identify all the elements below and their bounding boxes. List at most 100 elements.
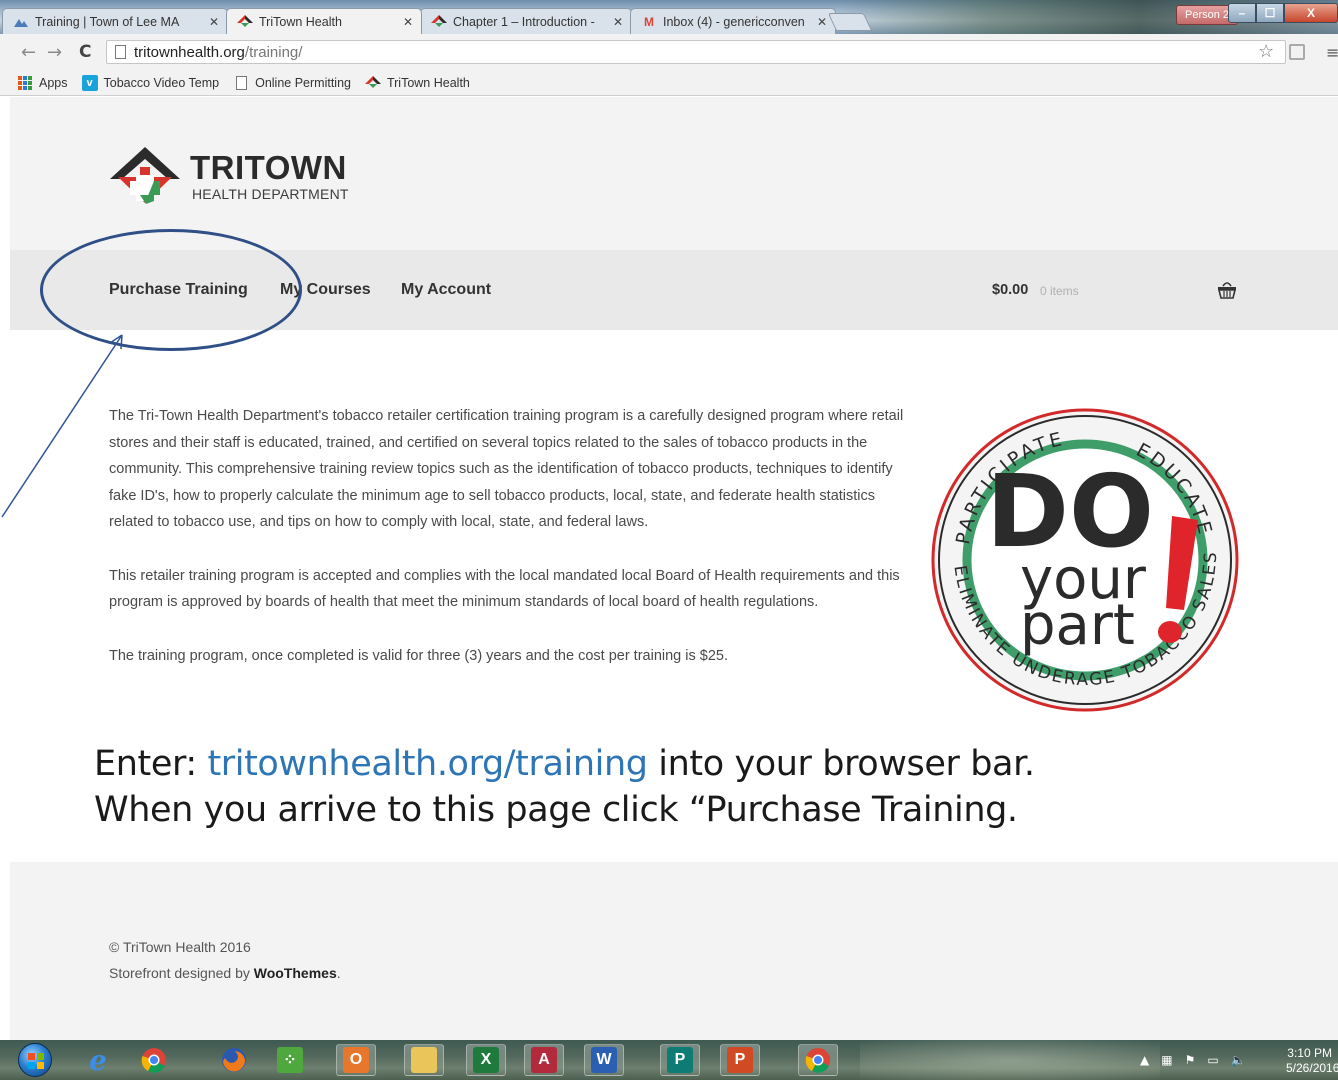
site-logo[interactable]: TRITOWN HEALTH DEPARTMENT: [110, 147, 370, 207]
instruction-overlay: Enter: tritownhealth.org/training into y…: [94, 741, 1035, 833]
system-tray: ▲ ▦ ⚑ ▭ 🔈: [1140, 1044, 1258, 1076]
outlook-icon: O: [343, 1047, 369, 1073]
back-arrow-icon[interactable]: ←: [21, 42, 36, 63]
bookmark-label: Apps: [39, 75, 68, 90]
taskbar-chrome-active[interactable]: [798, 1044, 838, 1076]
taskbar-clock[interactable]: 3:10 PM 5/26/2016: [1286, 1046, 1338, 1076]
shopping-basket-icon[interactable]: [1216, 280, 1238, 300]
cart-total[interactable]: $0.00: [992, 282, 1028, 298]
taskbar-powerpoint[interactable]: P: [720, 1044, 760, 1076]
town-favicon: [13, 14, 29, 30]
tritown-favicon: [237, 14, 253, 30]
start-button[interactable]: [18, 1043, 52, 1077]
url-host: tritownhealth.org: [134, 43, 245, 61]
instruction-line-1: Enter: tritownhealth.org/training into y…: [94, 741, 1035, 787]
windows-taskbar: e ⁘ O X A W P P ▲ ▦ ⚑ ▭ 🔈 3:10 PM 5/26/2…: [0, 1040, 1338, 1080]
windows-logo-icon: [28, 1053, 44, 1069]
access-icon: A: [531, 1047, 557, 1073]
page-content: The Tri-Town Health Department's tobacco…: [109, 403, 909, 696]
volume-icon[interactable]: 🔈: [1231, 1053, 1246, 1067]
bookmark-apps[interactable]: Apps: [17, 75, 68, 91]
approval-paragraph: This retailer training program is accept…: [109, 567, 900, 611]
tab-title: Training | Town of Lee MA: [35, 14, 180, 29]
close-tab-icon[interactable]: ✕: [209, 15, 219, 29]
page-icon: [233, 75, 249, 91]
do-your-part-badge: PARTICIPATE EDUCATE ELIMINATE UNDERAGE T…: [931, 408, 1239, 712]
apps-grid-icon: [17, 75, 33, 91]
bookmark-online-permitting[interactable]: Online Permitting: [233, 75, 351, 91]
bookmark-label: TriTown Health: [386, 75, 470, 90]
tab-title: Inbox (4) - genericconven: [663, 14, 805, 29]
logo-title: TRITOWN: [190, 149, 347, 186]
browser-toolbar: ← → C tritownhealth.org/training/ ☆ ≡: [0, 34, 1338, 70]
extension-icon[interactable]: [1289, 44, 1305, 60]
annotation-arrow: [1, 334, 123, 518]
cart-item-count[interactable]: 0 items: [1040, 284, 1079, 298]
address-bar[interactable]: tritownhealth.org/training/: [106, 40, 1286, 64]
minimize-button[interactable]: –: [1228, 3, 1256, 23]
taskbar-internet-explorer[interactable]: e: [78, 1043, 118, 1077]
gmail-icon: M: [644, 14, 654, 29]
footer-copyright: © TriTown Health 2016: [109, 939, 251, 955]
validity-paragraph: The training program, once completed is …: [109, 647, 728, 664]
reload-icon[interactable]: C: [79, 42, 91, 62]
site-footer: © TriTown Health 2016 Storefront designe…: [10, 862, 1338, 1040]
action-center-flag-icon[interactable]: ⚑: [1185, 1053, 1196, 1067]
tab-inbox[interactable]: M Inbox (4) - genericconven ✕: [630, 8, 836, 34]
url-path: /training/: [244, 43, 303, 61]
taskbar-excel[interactable]: X: [466, 1044, 506, 1076]
bookmark-tobacco-video[interactable]: v Tobacco Video Temp: [81, 74, 219, 91]
network-grid-icon[interactable]: ▦: [1161, 1053, 1172, 1067]
file-explorer-icon: [411, 1047, 437, 1073]
tab-tritown-health[interactable]: TriTown Health ✕: [226, 8, 422, 34]
close-window-button[interactable]: X: [1284, 3, 1338, 23]
instruction-suffix: into your browser bar.: [647, 744, 1035, 784]
screenshot-root: { "browser": { "tabs": [ {"title": "Trai…: [0, 0, 1338, 1080]
instruction-line-2: When you arrive to this page click “Purc…: [94, 790, 1018, 830]
tab-training-town-of-lee[interactable]: Training | Town of Lee MA ✕: [2, 8, 228, 34]
tab-title: Chapter 1 – Introduction -: [453, 14, 595, 29]
close-tab-icon[interactable]: ✕: [817, 15, 827, 29]
taskbar-firefox[interactable]: [214, 1044, 254, 1076]
excel-icon: X: [473, 1047, 499, 1073]
intro-paragraph: The Tri-Town Health Department's tobacco…: [109, 408, 904, 530]
tab-title: TriTown Health: [259, 15, 342, 29]
credit-suffix: .: [336, 965, 341, 981]
instruction-url: tritownhealth.org/training: [207, 744, 648, 784]
bookmark-label: Online Permitting: [255, 75, 351, 90]
games-icon: ⁘: [277, 1047, 303, 1073]
badge-part: part: [1020, 593, 1135, 658]
browser-tab-strip: Training | Town of Lee MA ✕ TriTown Heal…: [0, 0, 1338, 34]
publisher-icon: P: [667, 1047, 693, 1073]
bookmark-tritown-health[interactable]: TriTown Health: [364, 75, 470, 91]
taskbar-publisher[interactable]: P: [660, 1044, 700, 1076]
tab-chapter-1[interactable]: Chapter 1 – Introduction - ✕: [420, 8, 632, 34]
instruction-prefix: Enter:: [94, 744, 208, 784]
nav-my-account[interactable]: My Account: [401, 281, 491, 299]
taskbar-glow: [860, 1040, 1160, 1080]
show-hidden-icons-icon[interactable]: ▲: [1140, 1053, 1149, 1067]
taskbar-games[interactable]: ⁘: [270, 1044, 310, 1076]
close-tab-icon[interactable]: ✕: [403, 15, 413, 29]
chrome-icon: [141, 1048, 166, 1073]
menu-icon[interactable]: ≡: [1326, 43, 1338, 62]
taskbar-file-explorer[interactable]: [404, 1044, 444, 1076]
display-icon[interactable]: ▭: [1207, 1053, 1218, 1067]
bookmark-star-icon[interactable]: ☆: [1258, 41, 1274, 62]
powerpoint-icon: P: [727, 1047, 753, 1073]
word-icon: W: [591, 1047, 617, 1073]
maximize-button[interactable]: ☐: [1256, 3, 1284, 23]
taskbar-chrome[interactable]: [134, 1044, 174, 1076]
taskbar-access[interactable]: A: [524, 1044, 564, 1076]
credit-prefix: Storefront designed by: [109, 965, 254, 981]
close-tab-icon[interactable]: ✕: [613, 15, 623, 29]
forward-arrow-icon[interactable]: →: [47, 42, 62, 63]
clock-time: 3:10 PM: [1287, 1046, 1332, 1060]
taskbar-outlook[interactable]: O: [336, 1044, 376, 1076]
clock-date: 5/26/2016: [1286, 1061, 1338, 1075]
page-icon: [115, 45, 126, 59]
woothemes-link[interactable]: WooThemes: [254, 965, 337, 981]
bookmarks-bar: Apps v Tobacco Video Temp Online Permitt…: [0, 70, 1338, 96]
taskbar-word[interactable]: W: [584, 1044, 624, 1076]
internet-explorer-icon: e: [89, 1043, 107, 1077]
